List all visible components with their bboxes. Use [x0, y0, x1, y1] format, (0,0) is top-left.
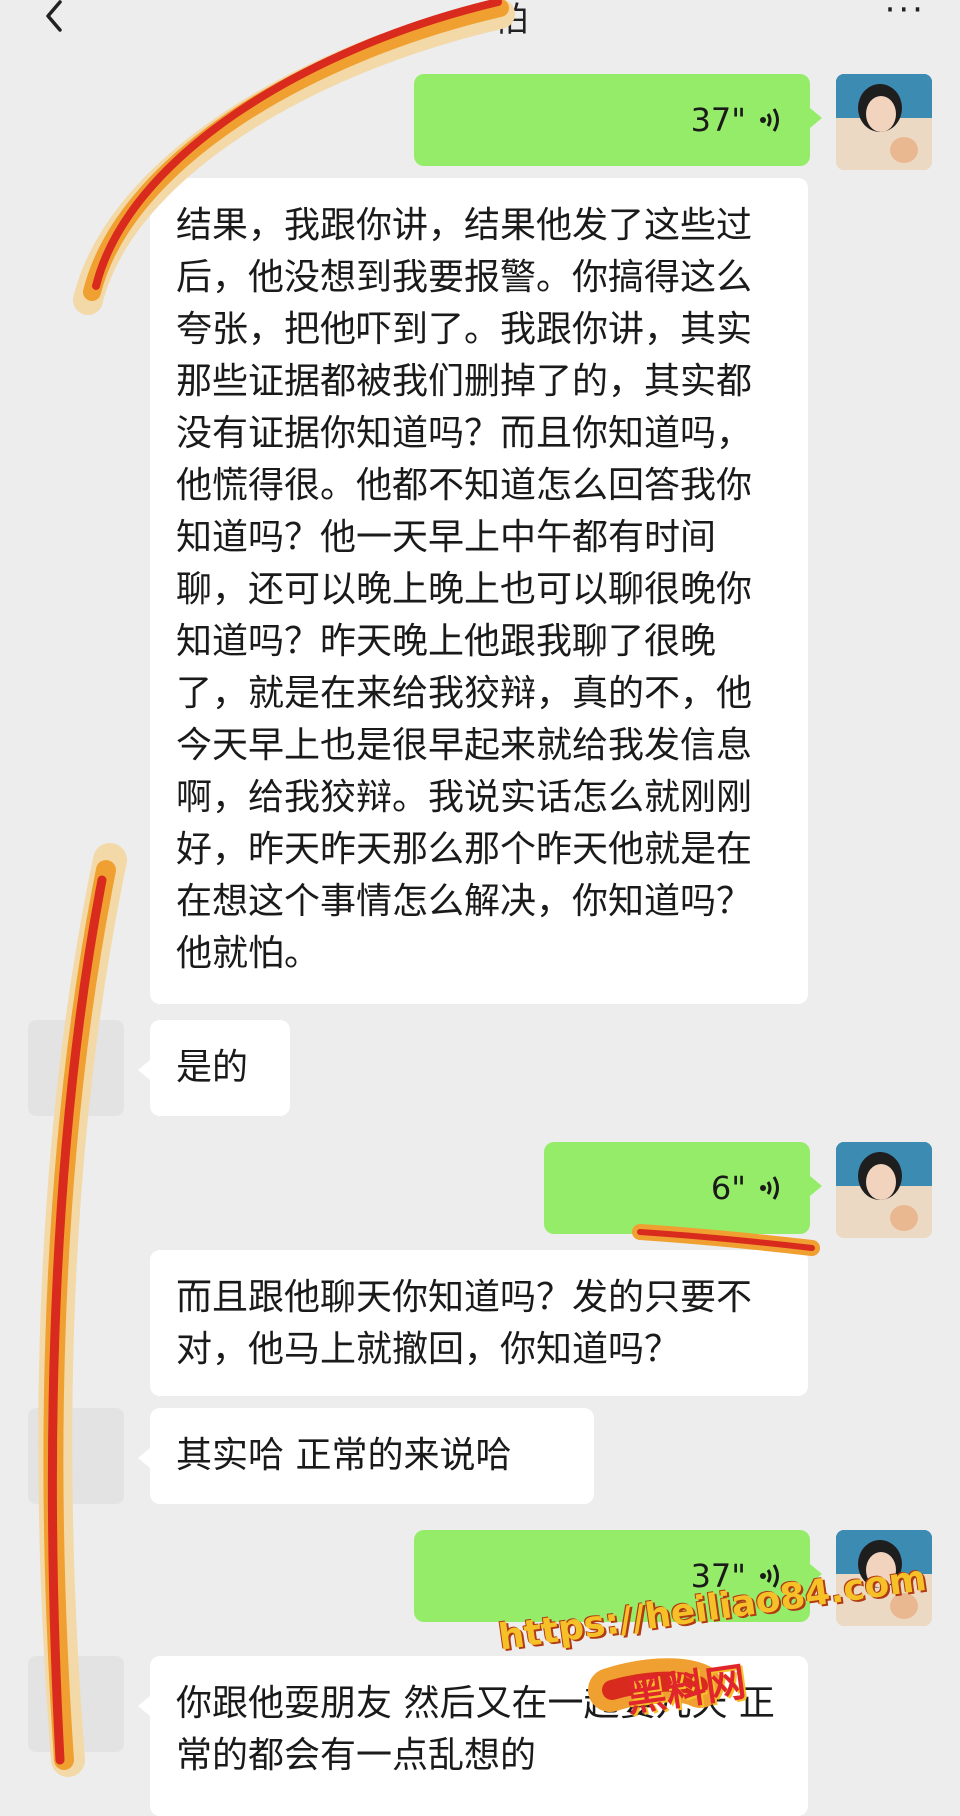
contact-avatar[interactable]	[28, 1020, 124, 1116]
chevron-left-icon[interactable]	[36, 0, 76, 34]
text-message[interactable]: 而且跟他聊天你知道吗？发的只要不对，他马上就撤回，你知道吗？	[150, 1250, 808, 1396]
text-message[interactable]: 是的	[138, 1020, 290, 1116]
message-list: 37" 结果，我跟你讲，结果他发了这些过后，他没想到我要报警。你搞得这么夸张，把…	[0, 62, 960, 1816]
user-avatar[interactable]	[836, 74, 932, 170]
voice-duration: 6"	[710, 1169, 746, 1207]
voice-wave-icon	[760, 1176, 779, 1200]
more-dots-icon[interactable]: ···	[885, 0, 926, 27]
text-message[interactable]: 其实哈 正常的来说哈	[138, 1408, 594, 1504]
message-text: 而且跟他聊天你知道吗？发的只要不对，他马上就撤回，你知道吗？	[176, 1277, 753, 1370]
avatar-photo	[836, 74, 932, 170]
voice-wave-icon	[760, 108, 779, 132]
voice-message[interactable]: 37"	[414, 74, 822, 166]
chat-header: 怕 ···	[0, 0, 960, 62]
message-text: 其实哈 正常的来说哈	[176, 1435, 512, 1476]
text-message[interactable]: 结果，我跟你讲，结果他发了这些过后，他没想到我要报警。你搞得这么夸张，把他吓到了…	[150, 178, 808, 1004]
voice-message[interactable]: 6"	[544, 1142, 822, 1234]
chat-title: 怕	[494, 0, 528, 40]
voice-duration: 37"	[690, 101, 746, 139]
message-text: 是的	[176, 1047, 249, 1088]
contact-avatar[interactable]	[28, 1656, 124, 1752]
message-text: 结果，我跟你讲，结果他发了这些过后，他没想到我要报警。你搞得这么夸张，把他吓到了…	[176, 205, 753, 974]
contact-avatar[interactable]	[28, 1408, 124, 1504]
avatar-photo	[836, 1142, 932, 1238]
user-avatar[interactable]	[836, 1142, 932, 1238]
